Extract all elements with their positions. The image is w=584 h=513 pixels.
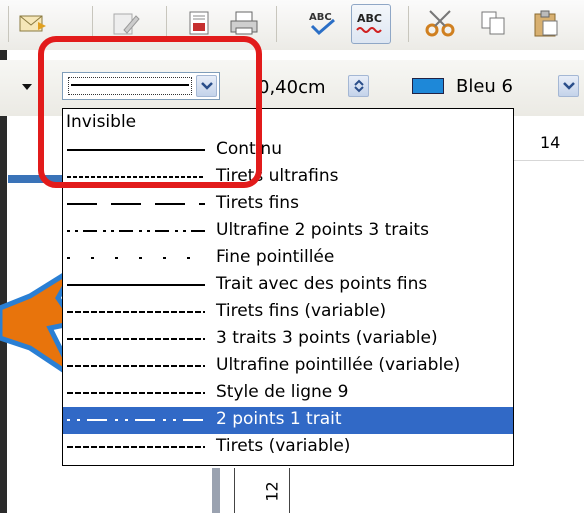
line-style-label: Trait avec des points fins — [216, 274, 428, 294]
ruler-label: 14 — [540, 133, 561, 152]
export-pdf-icon[interactable] — [184, 8, 216, 38]
line-color-combobox[interactable]: Bleu 6 — [404, 72, 584, 100]
cut-icon[interactable] — [424, 8, 456, 38]
line-width-spinner[interactable] — [348, 75, 369, 97]
line-style-label: Style de ligne 9 — [216, 382, 349, 402]
line-style-option[interactable]: Tirets (variable) — [63, 434, 513, 461]
vertical-ruler: 12 — [212, 468, 302, 513]
spellcheck-icon[interactable]: ABC — [306, 8, 338, 38]
copy-icon[interactable] — [478, 8, 510, 38]
line-style-option[interactable]: Style de ligne 9 — [63, 380, 513, 407]
line-style-label: Tirets fins — [216, 193, 299, 213]
line-style-option[interactable]: 3 traits 3 points (variable) — [63, 326, 513, 353]
line-style-option[interactable]: Tirets fins — [63, 191, 513, 218]
line-style-label: Fine pointillée — [216, 247, 335, 267]
line-style-option[interactable]: Ultrafine 2 points 3 traits — [63, 218, 513, 245]
line-width-value: 0,40cm — [258, 77, 326, 98]
spinner-icon — [353, 79, 364, 93]
line-style-label: Tirets fins (variable) — [216, 301, 387, 321]
line-style-sample — [67, 392, 205, 394]
line-style-sample — [67, 446, 205, 448]
line-style-label: Ultrafine 2 points 3 traits — [216, 220, 429, 240]
vertical-ruler-label: 12 — [262, 481, 282, 502]
edit-icon[interactable] — [110, 8, 142, 38]
line-style-option[interactable]: Trait avec des points fins — [63, 272, 513, 299]
svg-text:ABC: ABC — [309, 12, 332, 23]
line-style-label: 3 traits 3 points (variable) — [216, 328, 438, 348]
line-style-sample — [67, 284, 205, 286]
print-icon[interactable] — [228, 8, 260, 38]
send-icon[interactable] — [16, 8, 48, 38]
chevron-down-icon — [562, 82, 575, 90]
toolbar-menu-arrow[interactable] — [22, 84, 32, 90]
line-width-field[interactable]: 0,40cm — [252, 72, 384, 100]
line-style-option[interactable]: Ultrafine pointillée (variable) — [63, 353, 513, 380]
auto-spellcheck-button[interactable]: ABC — [351, 4, 391, 44]
line-style-sample — [67, 203, 205, 205]
line-style-option[interactable]: 2 points 1 trait — [63, 407, 513, 434]
red-highlight-box — [38, 36, 262, 188]
line-style-sample — [67, 230, 205, 232]
line-style-option[interactable]: Tirets fins (variable) — [63, 299, 513, 326]
line-style-label: Tirets (variable) — [216, 436, 351, 456]
auto-spellcheck-icon: ABC — [356, 12, 382, 33]
line-style-label: 2 points 1 trait — [216, 409, 342, 429]
line-color-name: Bleu 6 — [456, 76, 514, 97]
line-style-label: Ultrafine pointillée (variable) — [216, 355, 461, 375]
line-style-sample — [67, 257, 205, 259]
line-style-sample — [67, 419, 205, 421]
line-color-dropdown-button[interactable] — [558, 75, 579, 97]
paste-icon[interactable] — [530, 8, 562, 38]
svg-text:ABC: ABC — [357, 12, 382, 25]
line-style-sample — [67, 365, 205, 367]
line-style-sample — [67, 338, 205, 340]
line-style-option[interactable]: Fine pointillée — [63, 245, 513, 272]
line-style-sample — [67, 311, 205, 313]
color-swatch — [412, 78, 444, 94]
